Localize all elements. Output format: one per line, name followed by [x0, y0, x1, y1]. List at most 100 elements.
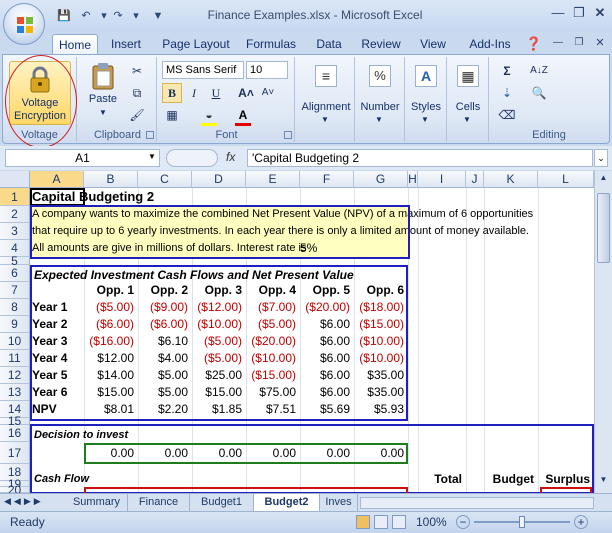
help-icon[interactable]: ❓	[524, 35, 544, 53]
sheet-nav-icon[interactable]: ◀◀▶▶	[4, 496, 44, 507]
autosum-icon[interactable]: Σ	[497, 61, 517, 81]
cashflow-cell[interactable]: ($18.00)	[354, 299, 408, 316]
col-header-f[interactable]: F	[300, 171, 354, 188]
cashflow-cell[interactable]: $6.00	[300, 384, 354, 401]
cashflow-cell[interactable]: $15.00	[192, 384, 246, 401]
tab-view[interactable]: View	[414, 34, 452, 54]
paste-button[interactable]: Paste ▼	[83, 61, 123, 119]
tab-page-layout[interactable]: Page Layout	[158, 34, 234, 54]
budget-header[interactable]: Budget	[484, 471, 538, 488]
undo-icon[interactable]: ↶	[78, 9, 94, 23]
redo-icon[interactable]: ↷	[110, 9, 126, 23]
cashflow-cell[interactable]: $14.00	[84, 367, 138, 384]
cashflow-cell[interactable]: ($9.00)	[138, 299, 192, 316]
cashflow-cell[interactable]: ($5.00)	[246, 316, 300, 333]
find-select-icon[interactable]: 🔍	[529, 83, 549, 103]
col-header-e[interactable]: E	[246, 171, 300, 188]
zoom-level[interactable]: 100%	[416, 515, 447, 529]
cashflow-cell[interactable]: ($15.00)	[246, 367, 300, 384]
cashflow-label[interactable]: Cash Flow	[34, 471, 89, 488]
active-cell[interactable]	[30, 188, 85, 206]
grow-font-icon[interactable]: A˄	[236, 83, 256, 103]
cashflow-cell[interactable]: $25.00	[192, 367, 246, 384]
scroll-down-icon[interactable]: ▼	[597, 475, 610, 489]
sheet-tab-budget2[interactable]: Budget2	[254, 494, 320, 511]
tab-review[interactable]: Review	[357, 34, 405, 54]
format-painter-icon[interactable]: 🖌	[127, 105, 147, 125]
restore-icon[interactable]: ❐	[569, 4, 589, 22]
clear-icon[interactable]: ⌫	[497, 105, 517, 125]
cashflow-cell[interactable]: $4.00	[138, 350, 192, 367]
cashflow-cell[interactable]: ($5.00)	[84, 299, 138, 316]
cashflow-cell[interactable]: ($15.00)	[354, 316, 408, 333]
col-header-l[interactable]: L	[538, 171, 594, 188]
font-name-combo[interactable]: MS Sans Serif	[162, 61, 244, 79]
ribbon-minimize-icon[interactable]: —	[548, 34, 568, 52]
formula-input[interactable]: 'Capital Budgeting 2	[247, 149, 593, 167]
office-button[interactable]	[3, 3, 45, 45]
cashflow-cell[interactable]: ($7.00)	[246, 299, 300, 316]
cashflow-cell[interactable]: ($12.00)	[192, 299, 246, 316]
insert-function-icon[interactable]: fx	[226, 150, 235, 164]
cashflow-cell[interactable]: $6.00	[300, 333, 354, 350]
decision-title[interactable]: Decision to invest	[34, 427, 128, 444]
cashflow-cell[interactable]: $7.51	[246, 401, 300, 418]
italic-icon[interactable]: I	[184, 83, 204, 103]
sheet-tab-finance[interactable]: Finance	[128, 494, 190, 511]
font-size-combo[interactable]: 10	[246, 61, 288, 79]
row-header[interactable]: 10	[0, 333, 30, 350]
opp-header[interactable]: Opp. 3	[192, 282, 246, 299]
tab-data[interactable]: Data	[310, 34, 348, 54]
expand-formula-icon[interactable]: ⌄	[594, 149, 608, 167]
cashflow-cell[interactable]: $6.10	[138, 333, 192, 350]
borders-icon[interactable]: ▦	[162, 105, 182, 125]
row-header[interactable]: 17	[0, 442, 30, 464]
font-launcher-icon[interactable]	[284, 131, 292, 139]
page-layout-view-icon[interactable]	[374, 515, 388, 529]
col-header-a[interactable]: A	[30, 171, 84, 188]
cashflow-cell[interactable]: $2.20	[138, 401, 192, 418]
cashflow-cell[interactable]: ($5.00)	[192, 350, 246, 367]
row-header[interactable]: 13	[0, 384, 30, 401]
zoom-out-icon[interactable]: −	[456, 515, 470, 529]
formula-bar-splitter[interactable]	[166, 149, 218, 167]
number-group[interactable]: % Number ▼	[355, 57, 405, 142]
row-header[interactable]: 8	[0, 299, 30, 316]
opp-header[interactable]: Opp. 2	[138, 282, 192, 299]
decision-cell[interactable]: 0.00	[246, 445, 300, 462]
cashflow-cell[interactable]: $8.01	[84, 401, 138, 418]
sheet-tab-inves[interactable]: Inves	[320, 494, 358, 511]
tab-home[interactable]: Home	[52, 34, 98, 54]
cashflow-cell[interactable]: ($10.00)	[354, 333, 408, 350]
cashflow-cell[interactable]: $6.00	[300, 367, 354, 384]
tab-add-ins[interactable]: Add-Ins	[462, 34, 518, 54]
cashflow-cell[interactable]: ($10.00)	[354, 350, 408, 367]
cashflow-cell[interactable]: $12.00	[84, 350, 138, 367]
row-header[interactable]: 9	[0, 316, 30, 333]
cashflow-cell[interactable]: $5.00	[138, 384, 192, 401]
row-header[interactable]: 1	[0, 188, 30, 206]
cashflow-cell[interactable]: $6.00	[300, 350, 354, 367]
cashflow-cell[interactable]: ($20.00)	[246, 333, 300, 350]
year-label[interactable]: Year 4	[32, 350, 67, 367]
underline-icon[interactable]: U	[206, 83, 226, 103]
clipboard-launcher-icon[interactable]	[146, 131, 154, 139]
row-header[interactable]: 16	[0, 425, 30, 442]
year-label[interactable]: Year 3	[32, 333, 67, 350]
surplus-header[interactable]: Surplus	[538, 471, 594, 488]
col-header-k[interactable]: K	[484, 171, 538, 188]
customize-qat-icon[interactable]: ▼	[150, 9, 166, 23]
cashflow-cell[interactable]: $15.00	[84, 384, 138, 401]
vertical-scrollbar[interactable]: ▲ ▼	[594, 171, 612, 493]
opp-header[interactable]: Opp. 4	[246, 282, 300, 299]
shrink-font-icon[interactable]: A˅	[258, 83, 278, 103]
cashflow-cell[interactable]: $5.69	[300, 401, 354, 418]
decision-cell[interactable]: 0.00	[84, 445, 138, 462]
cashflow-cell[interactable]: ($10.00)	[246, 350, 300, 367]
decision-cell[interactable]: 0.00	[192, 445, 246, 462]
row-header[interactable]: 11	[0, 350, 30, 367]
tab-formulas[interactable]: Formulas	[241, 34, 301, 54]
cashflow-cell[interactable]: $35.00	[354, 384, 408, 401]
row-header[interactable]: 2	[0, 206, 30, 223]
alignment-group[interactable]: ≡ Alignment ▼	[297, 57, 355, 142]
